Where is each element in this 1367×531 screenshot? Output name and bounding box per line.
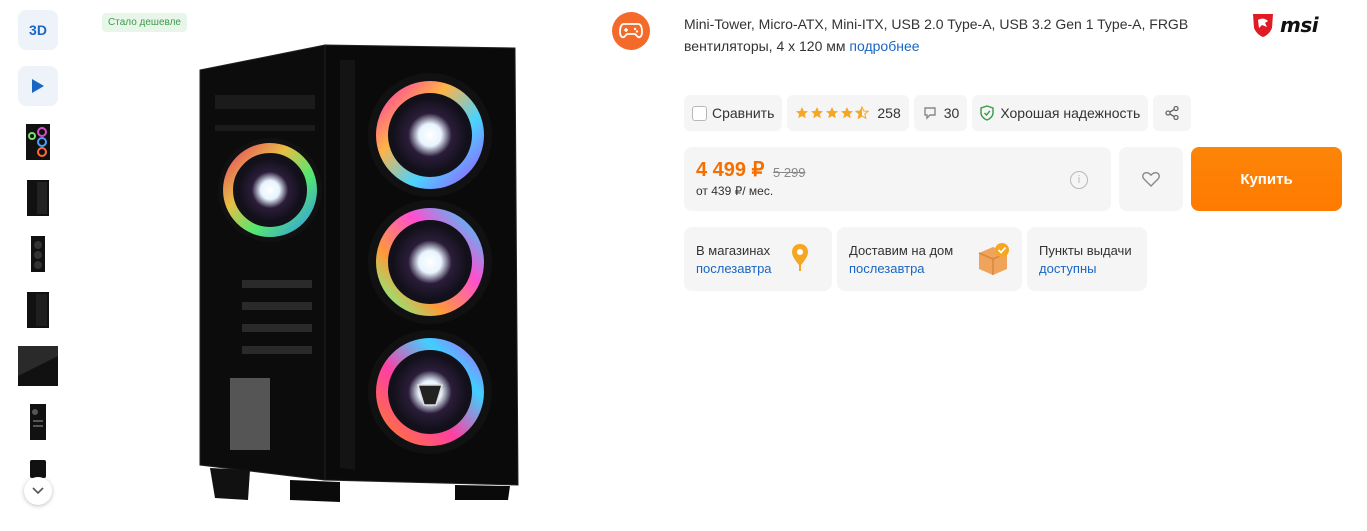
availability-pickup[interactable]: Пункты выдачи доступны: [1027, 227, 1147, 291]
pickup-title: Пункты выдачи: [1039, 243, 1132, 258]
action-chips: Сравнить 258 30 Хорошая надежность: [684, 95, 1192, 131]
thumbnail-3[interactable]: [18, 234, 58, 274]
thumbnail-7[interactable]: [18, 458, 58, 478]
thumbnail-1[interactable]: [18, 122, 58, 162]
heart-icon: [1142, 171, 1160, 187]
more-details-link[interactable]: подробнее: [849, 38, 919, 54]
delivery-box-icon: [978, 243, 1009, 275]
shield-check-icon: [980, 105, 995, 121]
credit-price[interactable]: от 439 ₽/ мес.: [696, 184, 773, 198]
info-icon[interactable]: i: [1070, 171, 1088, 189]
rating-stars: [795, 106, 871, 120]
add-to-favorites-button[interactable]: [1119, 147, 1183, 211]
reviews-chip[interactable]: 30: [913, 95, 968, 131]
description-text: Mini-Tower, Micro-ATX, Mini-ITX, USB 2.0…: [684, 16, 1189, 54]
reviews-icon-wrap: [922, 105, 938, 121]
compare-checkbox[interactable]: [692, 105, 707, 121]
pickup-value[interactable]: доступны: [1039, 259, 1135, 279]
share-icon: [1165, 105, 1179, 121]
product-image[interactable]: [190, 40, 530, 510]
scroll-thumbnails-button[interactable]: [24, 477, 52, 505]
thumbnail-5[interactable]: [18, 346, 58, 386]
product-short-description: Mini-Tower, Micro-ATX, Mini-ITX, USB 2.0…: [684, 13, 1244, 57]
compare-chip[interactable]: Сравнить: [684, 95, 783, 131]
case-front-rgb-thumb: [26, 124, 50, 160]
map-pin-icon: [792, 244, 808, 271]
play-icon: [32, 79, 44, 93]
reviews-count: 30: [943, 105, 960, 121]
play-video-button[interactable]: [18, 66, 58, 106]
rating-chip[interactable]: 258: [787, 95, 909, 131]
price-drop-badge: Стало дешевле: [102, 13, 187, 32]
gamepad-icon: [619, 23, 643, 39]
comment-icon: [924, 107, 936, 120]
thumbnail-4[interactable]: [18, 290, 58, 330]
gaming-category-icon[interactable]: [612, 12, 650, 50]
old-price: 5 299: [773, 165, 806, 180]
thumbnail-2[interactable]: [18, 178, 58, 218]
case-partial-thumb: [30, 460, 46, 478]
case-back-thumb: [30, 404, 46, 440]
share-chip[interactable]: [1153, 95, 1192, 131]
buy-button[interactable]: Купить: [1191, 147, 1342, 211]
reliability-icon-wrap: [980, 105, 995, 121]
availability-delivery[interactable]: Доставим на дом послезавтра: [837, 227, 1022, 291]
brand-logo[interactable]: msi: [1250, 12, 1319, 38]
brand-name: msi: [1280, 13, 1319, 37]
compare-label: Сравнить: [712, 105, 775, 121]
thumbnail-rail: 3D: [18, 10, 58, 494]
msi-dragon-shield-icon: [1253, 14, 1273, 37]
availability-stores[interactable]: В магазинах послезавтра: [684, 227, 832, 291]
thumbnail-6[interactable]: [18, 402, 58, 442]
current-price: 4 499 ₽: [696, 159, 765, 181]
case-detail-thumb: [18, 346, 58, 386]
case-angle-thumb: [27, 292, 49, 328]
rating-count: 258: [877, 105, 901, 121]
view-3d-label: 3D: [29, 22, 47, 38]
view-3d-button[interactable]: 3D: [18, 10, 58, 50]
price-box: 4 499 ₽ 5 299 от 439 ₽/ мес. i: [684, 147, 1111, 211]
case-front-thumb: [31, 236, 45, 272]
chevron-down-icon: [32, 487, 44, 495]
reliability-label: Хорошая надежность: [1000, 105, 1141, 121]
reliability-chip[interactable]: Хорошая надежность: [972, 95, 1149, 131]
case-dark-thumb: [27, 180, 49, 216]
star-rating-icon: [796, 106, 870, 120]
